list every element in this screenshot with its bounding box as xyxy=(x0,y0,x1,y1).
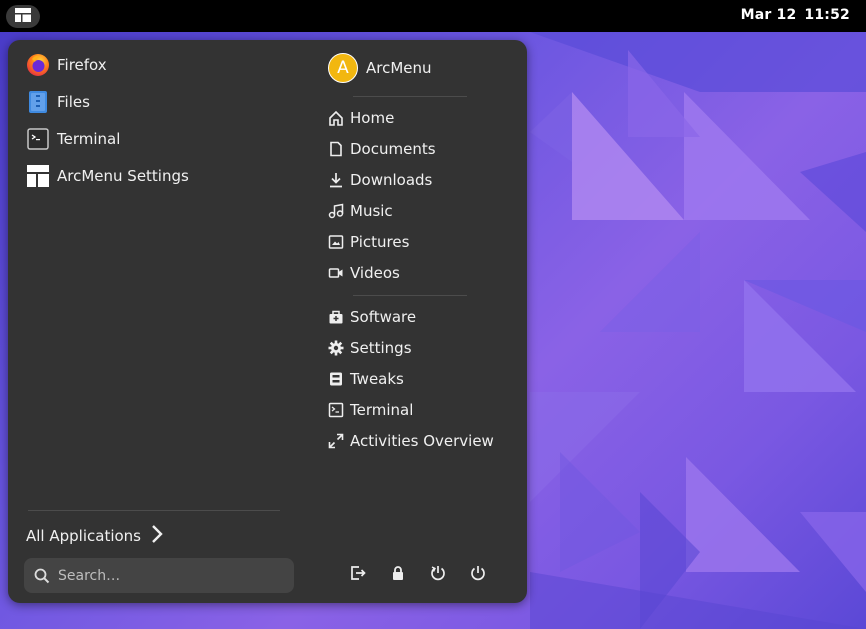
place-label: Music xyxy=(350,202,393,220)
system-settings[interactable]: Settings xyxy=(328,335,412,361)
system-terminal[interactable]: Terminal xyxy=(328,397,413,423)
divider xyxy=(353,295,467,296)
place-downloads[interactable]: Downloads xyxy=(328,167,432,193)
favorite-label: Files xyxy=(57,93,90,111)
power-off-icon xyxy=(470,565,486,585)
all-applications-label: All Applications xyxy=(26,527,141,545)
restart-button[interactable] xyxy=(428,565,448,585)
favorite-files[interactable]: Files xyxy=(26,87,90,117)
favorite-label: Terminal xyxy=(57,130,121,148)
log-out-icon xyxy=(350,565,366,585)
user-name: ArcMenu xyxy=(366,59,432,77)
clock-time: 11:52 xyxy=(804,7,850,23)
software-icon xyxy=(328,309,344,325)
log-out-button[interactable] xyxy=(348,565,368,585)
place-label: Home xyxy=(350,109,395,127)
search-icon xyxy=(34,568,50,584)
place-music[interactable]: Music xyxy=(328,198,393,224)
expand-icon xyxy=(328,433,344,449)
firefox-icon xyxy=(26,53,50,77)
avatar: A xyxy=(328,53,358,83)
arcmenu-settings-icon xyxy=(26,164,50,188)
top-bar: Mar 12 11:52 xyxy=(0,0,866,32)
system-activities-overview[interactable]: Activities Overview xyxy=(328,428,494,454)
lock-icon xyxy=(390,565,406,585)
system-label: Activities Overview xyxy=(350,432,494,450)
arcmenu-button[interactable] xyxy=(6,5,40,28)
search-input[interactable] xyxy=(56,566,280,585)
clock-date: Mar 12 xyxy=(740,7,797,23)
clock[interactable]: Mar 12 11:52 xyxy=(741,7,850,23)
favorite-arcmenu-settings[interactable]: ArcMenu Settings xyxy=(26,161,189,191)
system-label: Settings xyxy=(350,339,412,357)
favorite-label: Firefox xyxy=(57,56,107,74)
terminal-small-icon xyxy=(328,402,344,418)
tweaks-icon xyxy=(328,371,344,387)
chevron-right-icon xyxy=(151,524,163,548)
picture-icon xyxy=(328,234,344,250)
favorite-label: ArcMenu Settings xyxy=(57,167,189,185)
document-icon xyxy=(328,141,344,157)
place-label: Documents xyxy=(350,140,436,158)
restart-icon xyxy=(430,565,446,585)
place-label: Downloads xyxy=(350,171,433,189)
download-icon xyxy=(328,172,344,188)
terminal-icon xyxy=(26,127,50,151)
place-home[interactable]: Home xyxy=(328,105,394,131)
place-pictures[interactable]: Pictures xyxy=(328,229,409,255)
lock-button[interactable] xyxy=(388,565,408,585)
system-software[interactable]: Software xyxy=(328,304,416,330)
music-icon xyxy=(328,203,344,219)
system-tweaks[interactable]: Tweaks xyxy=(328,366,404,392)
files-icon xyxy=(26,90,50,114)
system-label: Software xyxy=(350,308,417,326)
video-icon xyxy=(328,265,344,281)
gear-icon xyxy=(328,340,344,356)
session-buttons xyxy=(348,565,508,585)
favorite-firefox[interactable]: Firefox xyxy=(26,50,107,80)
arcmenu-layout-icon xyxy=(14,7,32,27)
favorite-terminal[interactable]: Terminal xyxy=(26,124,120,154)
system-label: Tweaks xyxy=(350,370,404,388)
arcmenu-panel: Firefox Files Terminal ArcMenu Settings … xyxy=(8,40,527,603)
all-applications-button[interactable]: All Applications xyxy=(26,522,163,550)
home-icon xyxy=(328,110,344,126)
place-documents[interactable]: Documents xyxy=(328,136,436,162)
place-label: Pictures xyxy=(350,233,410,251)
power-off-button[interactable] xyxy=(468,565,488,585)
divider xyxy=(353,96,467,97)
divider xyxy=(28,510,280,511)
system-label: Terminal xyxy=(350,401,414,419)
search-box[interactable] xyxy=(24,558,294,593)
place-label: Videos xyxy=(350,264,400,282)
place-videos[interactable]: Videos xyxy=(328,260,400,286)
user-account[interactable]: A ArcMenu xyxy=(328,52,432,84)
